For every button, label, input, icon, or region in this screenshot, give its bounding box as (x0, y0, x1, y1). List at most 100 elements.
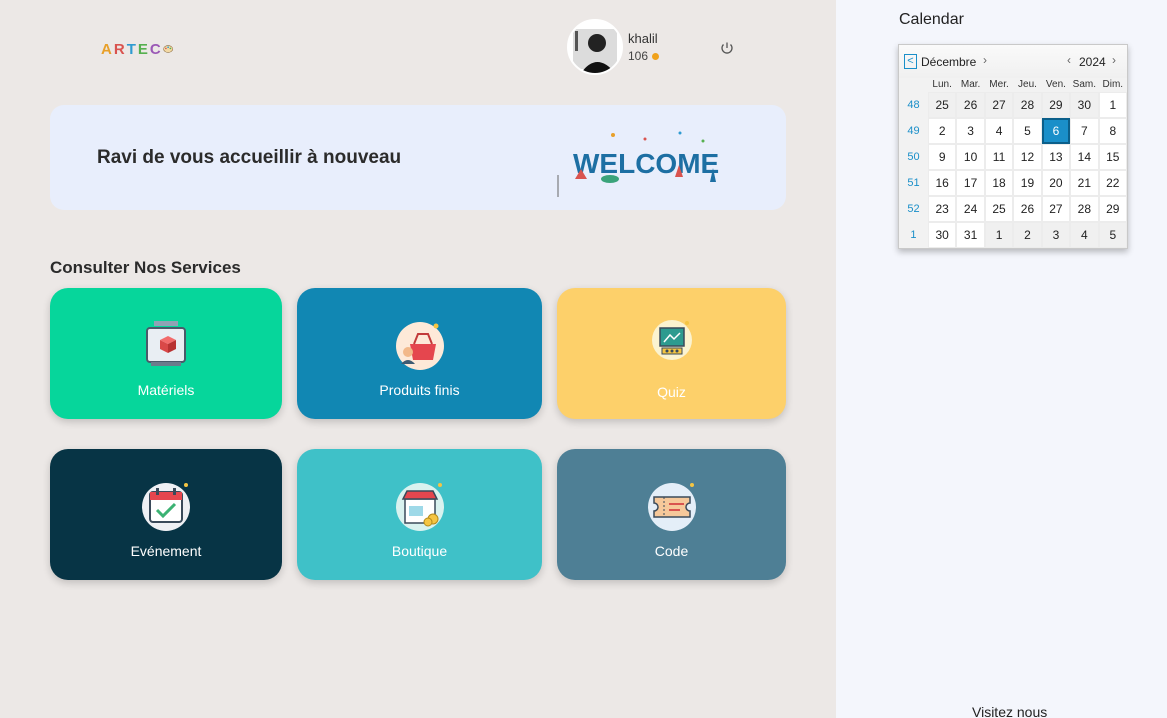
calendar-day[interactable]: 16 (927, 170, 957, 196)
calendar-day[interactable]: 26 (1013, 196, 1042, 222)
coin-icon (652, 52, 660, 60)
3d-printer-icon (138, 318, 194, 374)
calendar-day[interactable]: 27 (984, 92, 1014, 118)
calendar-week-row: 51 16 17 18 19 20 21 22 (899, 170, 1127, 196)
calendar-day[interactable]: 4 (1070, 222, 1099, 248)
calendar-day[interactable]: 22 (1098, 170, 1127, 196)
calendar-day[interactable]: 2 (1013, 222, 1042, 248)
calendar-day[interactable]: 3 (956, 118, 985, 144)
calendar-day[interactable]: 20 (1041, 170, 1071, 196)
week-number: 50 (899, 144, 928, 170)
calendar-day[interactable]: 5 (1013, 118, 1042, 144)
calendar-day[interactable]: 4 (984, 118, 1014, 144)
weekday-label: Jeu. (1018, 79, 1037, 90)
weekday-label: Lun. (932, 79, 952, 90)
shopping-basket-icon (392, 318, 448, 374)
card-label: Quiz (657, 384, 686, 400)
weekday-label: Dim. (1102, 79, 1124, 90)
ticket-icon (644, 479, 700, 535)
power-icon[interactable] (719, 40, 735, 56)
calendar-day[interactable]: 29 (1041, 92, 1071, 118)
calendar-grid: 48 25 26 27 28 29 30 1 49 2 3 4 5 6 7 8 50 9 10 11 12 13 14 15 5… (899, 92, 1127, 248)
main-area: ARTEC khalil 106 Ravi de vous accueillir… (0, 0, 836, 718)
calendar-day[interactable]: 30 (1070, 92, 1099, 118)
calendar-day[interactable]: 11 (984, 144, 1014, 170)
calendar-day[interactable]: 2 (927, 118, 957, 144)
week-number: 51 (899, 170, 928, 196)
calendar-day[interactable]: 1 (1098, 92, 1127, 118)
calendar-day[interactable]: 14 (1070, 144, 1099, 170)
next-year-button[interactable]: › (1112, 53, 1116, 67)
card-label: Matériels (137, 382, 195, 398)
user-profile[interactable]: khalil 106 (567, 19, 660, 75)
card-label: Evénement (130, 543, 202, 559)
user-name: khalil (628, 31, 658, 46)
calendar-day[interactable]: 7 (1070, 118, 1099, 144)
calendar-day[interactable]: 28 (1013, 92, 1042, 118)
calendar-day[interactable]: 15 (1098, 144, 1127, 170)
calendar-check-icon (138, 479, 194, 535)
calendar-day[interactable]: 10 (956, 144, 985, 170)
calendar-day[interactable]: 17 (956, 170, 985, 196)
calendar-month[interactable]: Décembre (921, 55, 976, 69)
calendar-week-row: 49 2 3 4 5 6 7 8 (899, 118, 1127, 144)
card-label: Boutique (391, 543, 448, 559)
calendar-day[interactable]: 13 (1041, 144, 1071, 170)
visit-us-label: Visitez nous (972, 704, 1048, 718)
shop-icon (392, 479, 448, 535)
calendar-day[interactable]: 27 (1041, 196, 1071, 222)
calendar-header: < Décembre › ‹ 2024 › (899, 45, 1127, 78)
calendar-week-row: 48 25 26 27 28 29 30 1 (899, 92, 1127, 118)
card-produits-finis[interactable]: Produits finis (297, 288, 542, 419)
services-title: Consulter Nos Services (50, 258, 241, 277)
calendar-week-row: 50 9 10 11 12 13 14 15 (899, 144, 1127, 170)
calendar-day[interactable]: 3 (1041, 222, 1071, 248)
calendar-title: Calendar (899, 11, 964, 28)
card-boutique[interactable]: Boutique (297, 449, 542, 580)
week-number: 49 (899, 118, 928, 144)
calendar-day-selected[interactable]: 6 (1041, 118, 1071, 144)
calendar-day[interactable]: 1 (984, 222, 1014, 248)
calendar-day[interactable]: 19 (1013, 170, 1042, 196)
calendar-day[interactable]: 25 (927, 92, 957, 118)
calendar-day[interactable]: 24 (956, 196, 985, 222)
palette-icon (163, 45, 173, 53)
week-number: 52 (899, 196, 928, 222)
calendar-day[interactable]: 31 (956, 222, 985, 248)
welcome-message: Ravi de vous accueillir à nouveau (97, 147, 402, 168)
card-evenement[interactable]: Evénement (50, 449, 282, 580)
avatar[interactable] (567, 19, 623, 75)
calendar-day[interactable]: 8 (1098, 118, 1127, 144)
calendar-day[interactable]: 26 (956, 92, 985, 118)
prev-year-button[interactable]: ‹ (1067, 53, 1071, 67)
calendar-year[interactable]: 2024 (1079, 55, 1106, 69)
calendar-day[interactable]: 12 (1013, 144, 1042, 170)
artec-logo[interactable]: ARTEC (101, 38, 173, 60)
calendar-day[interactable]: 9 (927, 144, 957, 170)
week-number: 1 (899, 222, 928, 248)
calendar-week-row: 52 23 24 25 26 27 28 29 (899, 196, 1127, 222)
card-label: Code (654, 543, 689, 559)
calendar-day[interactable]: 28 (1070, 196, 1099, 222)
user-points: 106 (628, 49, 660, 63)
calendar-week-row: 1 30 31 1 2 3 4 5 (899, 222, 1127, 248)
weekday-label: Ven. (1045, 79, 1066, 90)
next-month-button[interactable]: › (983, 53, 987, 67)
calendar-day[interactable]: 23 (927, 196, 957, 222)
calendar-day[interactable]: 25 (984, 196, 1014, 222)
card-code[interactable]: Code (557, 449, 786, 580)
calendar-day[interactable]: 30 (927, 222, 957, 248)
calendar-day[interactable]: 21 (1070, 170, 1099, 196)
calendar-day[interactable]: 5 (1098, 222, 1127, 248)
weekday-header: Lun. Mar. Mer. Jeu. Ven. Sam. Dim. (899, 78, 1127, 92)
calendar-day[interactable]: 18 (984, 170, 1014, 196)
card-quiz[interactable]: Quiz (557, 288, 786, 419)
right-sidebar: Calendar < Décembre › ‹ 2024 › Lun. Mar.… (836, 0, 1167, 718)
welcome-banner: Ravi de vous accueillir à nouveau WELCOM… (50, 105, 786, 210)
prev-month-button[interactable]: < (904, 54, 917, 69)
quiz-board-icon (650, 318, 694, 362)
calendar-day[interactable]: 29 (1098, 196, 1127, 222)
calendar-widget[interactable]: < Décembre › ‹ 2024 › Lun. Mar. Mer. Jeu… (898, 44, 1128, 249)
weekday-label: Mer. (989, 79, 1009, 90)
card-materiels[interactable]: Matériels (50, 288, 282, 419)
